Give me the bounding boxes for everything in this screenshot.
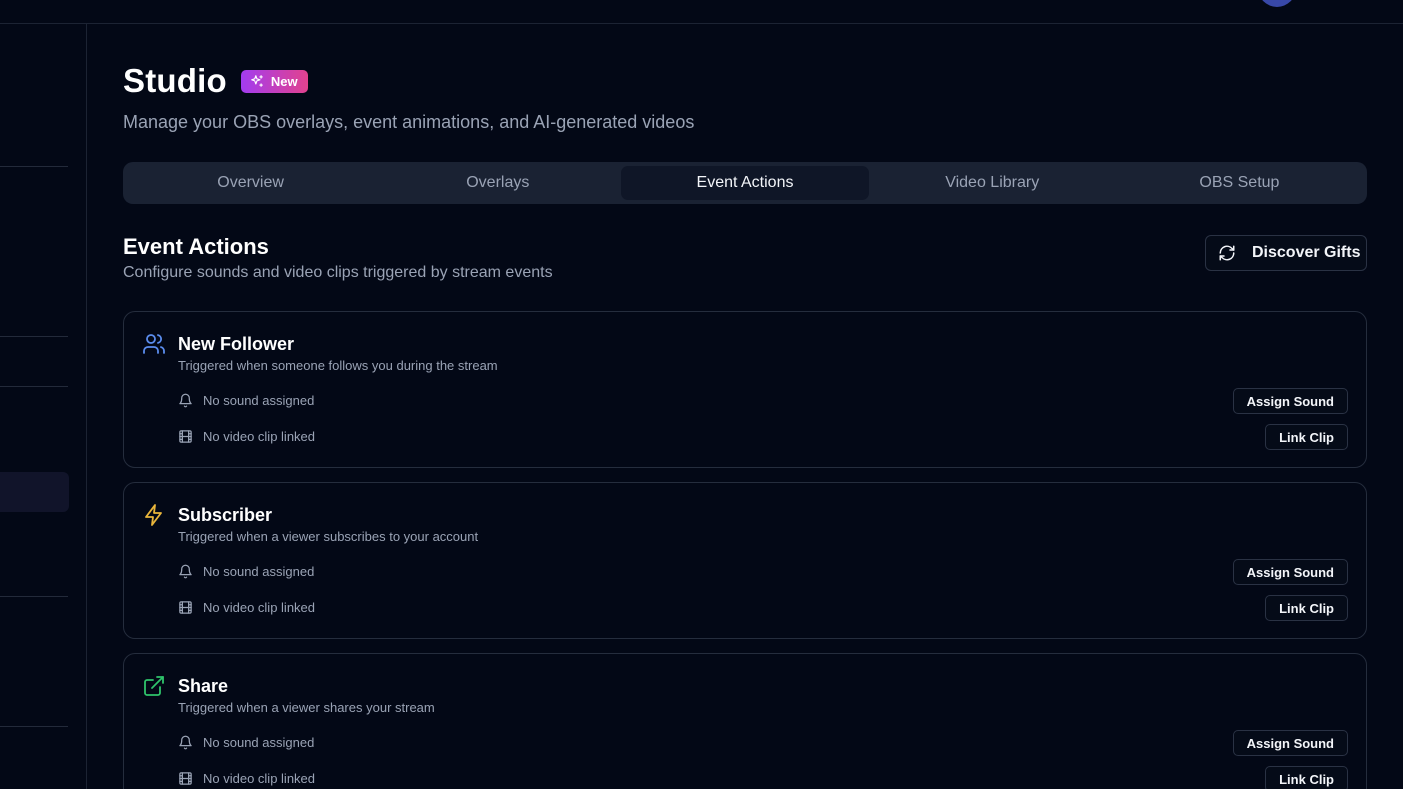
- page-title: Studio: [123, 62, 227, 99]
- event-card-subscriber: Subscriber Triggered when a viewer subsc…: [123, 482, 1367, 639]
- event-title: Subscriber: [178, 505, 273, 525]
- sidebar: [0, 24, 87, 789]
- film-icon: [179, 772, 192, 785]
- video-status-row: No video clip linked: [178, 771, 315, 786]
- assign-sound-button[interactable]: Assign Sound: [1232, 559, 1348, 585]
- tab-overview[interactable]: Overview: [127, 166, 374, 200]
- bell-icon: [179, 735, 192, 750]
- sidebar-divider: [0, 386, 68, 387]
- video-status: No video clip linked: [203, 429, 316, 444]
- avatar[interactable]: [1258, 0, 1296, 7]
- event-description: Triggered when a viewer shares your stre…: [178, 700, 435, 715]
- users-icon: [143, 334, 165, 354]
- event-card-new-follower: New Follower Triggered when someone foll…: [123, 311, 1367, 468]
- event-card-share: Share Triggered when a viewer shares you…: [123, 653, 1367, 789]
- bell-icon: [179, 393, 192, 408]
- bell-icon: [179, 564, 192, 579]
- section-title: Event Actions: [123, 234, 269, 259]
- video-status-row: No video clip linked: [178, 429, 315, 444]
- sound-status-row: No sound assigned: [178, 564, 314, 579]
- event-title: Share: [178, 676, 229, 696]
- video-status: No video clip linked: [203, 600, 316, 615]
- sound-status-row: No sound assigned: [178, 735, 314, 750]
- tab-overlays[interactable]: Overlays: [374, 166, 621, 200]
- assign-sound-button[interactable]: Assign Sound: [1232, 730, 1348, 756]
- sidebar-item-active[interactable]: [0, 472, 69, 512]
- sidebar-divider: [0, 336, 68, 337]
- sidebar-divider: [0, 166, 68, 167]
- event-description: Triggered when a viewer subscribes to yo…: [178, 529, 479, 544]
- film-icon: [179, 430, 192, 443]
- tab-video-library[interactable]: Video Library: [869, 166, 1116, 200]
- sound-status: No sound assigned: [203, 393, 315, 408]
- link-clip-button[interactable]: Link Clip: [1265, 595, 1348, 621]
- badge-label: New: [270, 73, 298, 89]
- tab-obs-setup[interactable]: OBS Setup: [1116, 166, 1363, 200]
- assign-sound-button[interactable]: Assign Sound: [1232, 388, 1348, 414]
- external-link-icon: [144, 676, 164, 696]
- sound-status: No sound assigned: [203, 735, 315, 750]
- video-status-row: No video clip linked: [178, 600, 315, 615]
- refresh-icon: [1219, 245, 1235, 261]
- event-title: New Follower: [178, 334, 295, 354]
- link-clip-button[interactable]: Link Clip: [1265, 766, 1348, 789]
- sidebar-divider: [0, 596, 68, 597]
- lightning-icon: [145, 504, 162, 526]
- section-subtitle: Configure sounds and video clips trigger…: [123, 264, 553, 281]
- sound-status: No sound assigned: [203, 564, 315, 579]
- sparkles-icon: [251, 75, 263, 87]
- tab-bar: Overview Overlays Event Actions Video Li…: [123, 162, 1367, 204]
- page-subtitle: Manage your OBS overlays, event animatio…: [123, 112, 695, 132]
- event-description: Triggered when someone follows you durin…: [178, 358, 498, 373]
- discover-gifts-button[interactable]: Discover Gifts: [1205, 235, 1367, 271]
- link-clip-button[interactable]: Link Clip: [1265, 424, 1348, 450]
- sidebar-divider: [0, 726, 68, 727]
- tab-event-actions[interactable]: Event Actions: [621, 166, 869, 200]
- sound-status-row: No sound assigned: [178, 393, 314, 408]
- video-status: No video clip linked: [203, 771, 316, 786]
- new-badge: New: [240, 69, 308, 93]
- top-bar: [0, 0, 1403, 24]
- page-header: Studio New: [123, 62, 308, 100]
- film-icon: [179, 601, 192, 614]
- discover-gifts-label: Discover Gifts: [1252, 244, 1361, 261]
